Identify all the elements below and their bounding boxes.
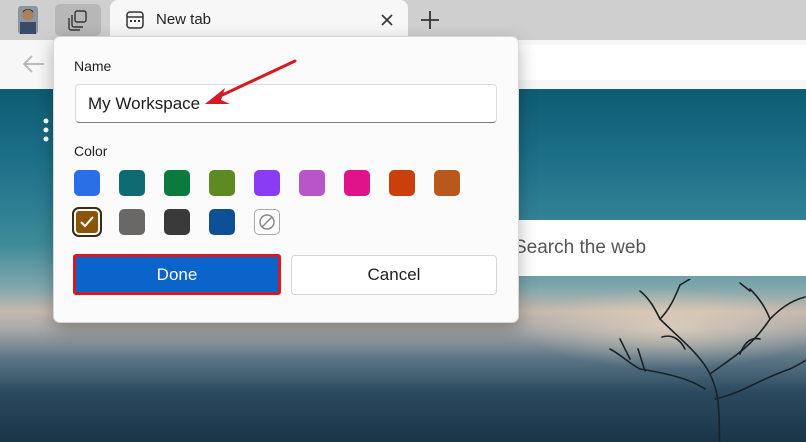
color-swatch[interactable] bbox=[72, 207, 102, 237]
search-placeholder: Search the web bbox=[514, 237, 647, 258]
workspaces-button[interactable] bbox=[55, 4, 101, 36]
back-arrow-icon[interactable] bbox=[22, 54, 46, 74]
checkmark-icon bbox=[80, 216, 94, 228]
color-swatch[interactable] bbox=[209, 170, 235, 196]
color-label: Color bbox=[74, 143, 108, 159]
cancel-button[interactable]: Cancel bbox=[291, 255, 497, 295]
close-icon[interactable] bbox=[380, 13, 394, 27]
avatar-image bbox=[18, 6, 38, 34]
tab-title: New tab bbox=[156, 11, 212, 28]
color-swatch[interactable] bbox=[119, 209, 145, 235]
done-button-label: Done bbox=[78, 259, 276, 290]
tree-silhouette bbox=[609, 279, 806, 442]
color-swatch[interactable] bbox=[389, 170, 415, 196]
page-menu-icon[interactable] bbox=[42, 117, 50, 145]
done-button[interactable]: Done bbox=[73, 254, 281, 295]
new-tab-plus-icon[interactable] bbox=[418, 8, 442, 32]
color-swatch-none[interactable] bbox=[254, 209, 280, 235]
color-swatch[interactable] bbox=[434, 170, 460, 196]
tab-new-tab[interactable]: New tab bbox=[110, 0, 408, 40]
color-swatch[interactable] bbox=[299, 170, 325, 196]
tab-strip: New tab bbox=[0, 0, 806, 40]
name-label: Name bbox=[74, 58, 112, 74]
color-swatch[interactable] bbox=[209, 209, 235, 235]
color-swatch[interactable] bbox=[164, 209, 190, 235]
color-swatch[interactable] bbox=[254, 170, 280, 196]
workspace-settings-dialog: Name Color Done Cancel bbox=[53, 36, 519, 323]
color-swatch[interactable] bbox=[74, 170, 100, 196]
color-swatch[interactable] bbox=[344, 170, 370, 196]
no-color-icon bbox=[259, 214, 275, 230]
new-tab-page-icon bbox=[126, 11, 144, 29]
profile-avatar[interactable] bbox=[14, 4, 42, 36]
color-swatch[interactable] bbox=[119, 170, 145, 196]
workspace-name-input[interactable] bbox=[75, 84, 497, 123]
color-swatch[interactable] bbox=[164, 170, 190, 196]
workspaces-icon bbox=[68, 10, 87, 31]
web-search-box[interactable]: Search the web bbox=[470, 220, 806, 276]
